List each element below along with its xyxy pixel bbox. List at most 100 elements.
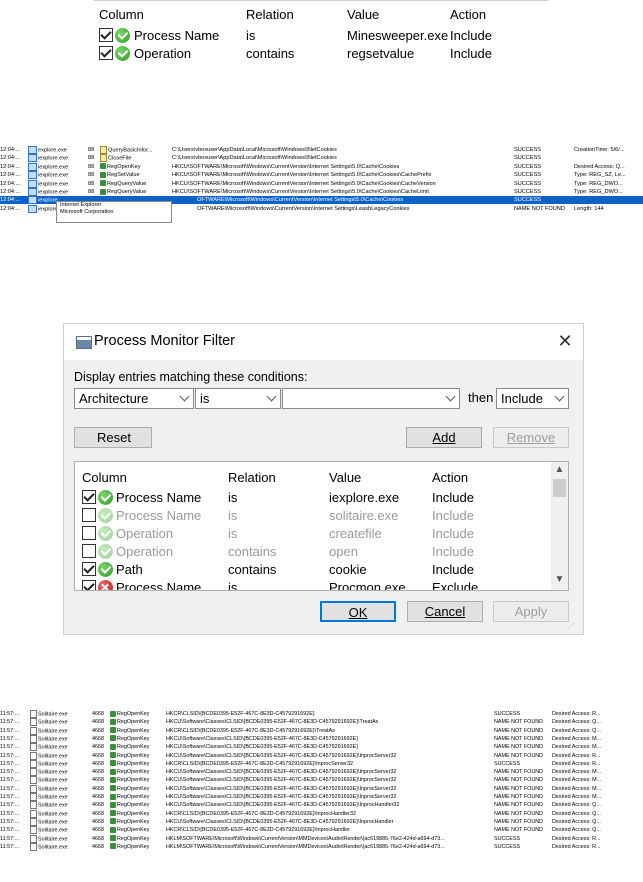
event-time-text: 12:04:...: [0, 147, 21, 153]
action-header[interactable]: Action: [450, 7, 486, 22]
remove-button[interactable]: Remove: [493, 427, 569, 448]
event-row[interactable]: 11:57:... Solitaire.exe 4668 RegOpenKey HKCU…: [0, 718, 643, 727]
event-operation: RegOpenKey: [110, 727, 149, 735]
filter-rule-row[interactable]: Operation is createfile Include: [75, 526, 550, 544]
event-time-text: 11:57:...: [0, 769, 20, 776]
value-header[interactable]: Value: [347, 7, 379, 22]
resize-grip-icon[interactable]: ⋰: [568, 622, 578, 632]
close-icon[interactable]: ✕: [554, 330, 576, 352]
event-time: 12:04:...: [0, 196, 20, 204]
scrollbar-thumb[interactable]: [553, 479, 566, 497]
value-header[interactable]: Value: [329, 470, 361, 485]
relation-select[interactable]: is: [195, 388, 281, 409]
file-icon: [100, 146, 107, 154]
reset-button[interactable]: Reset: [74, 427, 152, 448]
event-result-text: SUCCESS: [514, 180, 542, 187]
event-row[interactable]: 11:57:... Solitaire.exe 4668 RegOpenKey HKCU…: [0, 793, 643, 801]
rule-checkbox[interactable]: [99, 28, 113, 42]
event-process-text: Solitaire.exe: [38, 802, 68, 809]
filter-rule-row[interactable]: Operation contains regsetvalue Include: [94, 46, 548, 64]
chevron-down-icon: [554, 391, 565, 402]
rule-relation: is: [246, 28, 256, 43]
event-detail: Desired Access: M...: [552, 785, 601, 793]
cancel-button[interactable]: Cancel: [407, 601, 483, 622]
filter-rule-row[interactable]: Process Name is solitaire.exe Include: [75, 508, 550, 526]
top-filter-snippet: Column Relation Value Action Process Nam…: [94, 0, 548, 68]
relation-header[interactable]: Relation: [228, 470, 276, 485]
filter-rule-row[interactable]: Process Name is Procmon.exe Exclude: [75, 580, 550, 590]
event-row[interactable]: 11:57:... Solitaire.exe 4668 RegOpenKey HKCU…: [0, 817, 643, 826]
action-select[interactable]: Include: [496, 388, 569, 409]
event-row[interactable]: 11:57:... Solitaire.exe 4668 RegOpenKey HKCU…: [0, 751, 643, 760]
scroll-down-icon[interactable]: ▼: [551, 574, 568, 588]
event-row[interactable]: 11:57:... Solitaire.exe 4668 RegOpenKey HKCU…: [0, 743, 643, 752]
event-row[interactable]: 12:04:... explore.exe 88 QueryBasicInfor...…: [0, 146, 643, 154]
event-row[interactable]: 12:04:... iexplore.exe 88 RegQueryValue HKCU…: [0, 179, 643, 188]
rule-relation: is: [228, 490, 238, 505]
event-pid: 88: [88, 180, 94, 188]
event-operation-text: CloseFile: [108, 155, 132, 162]
event-row[interactable]: 11:57:... Solitaire.exe 4668 RegOpenKey HKCR…: [0, 710, 643, 718]
event-row[interactable]: 11:57:... Solitaire.exe 4668 RegOpenKey HKCU…: [0, 768, 643, 777]
event-row[interactable]: 11:57:... Solitaire.exe 4668 RegOpenKey HKCR…: [0, 726, 643, 735]
rule-action: Include: [432, 508, 474, 523]
column-select[interactable]: Architecture: [74, 388, 194, 409]
column-header[interactable]: Column: [99, 7, 144, 22]
event-row[interactable]: 12:04:... iexplore.exe 88 RegOpenKey HKCU\SO…: [0, 162, 643, 171]
add-button[interactable]: Add: [406, 427, 482, 448]
event-path-text: OFTWARE\Microsoft\Windows\CurrentVersion…: [197, 205, 410, 212]
relation-header[interactable]: Relation: [246, 7, 294, 22]
filter-rule-row[interactable]: Path contains cookie Include: [75, 562, 550, 580]
event-detail-text: Desired Access: R...: [552, 835, 601, 842]
filter-rule-row[interactable]: Process Name is Minesweeper.exe Include: [94, 28, 548, 46]
event-row[interactable]: 11:57:... Solitaire.exe 4668 RegOpenKey HKCU…: [0, 776, 643, 785]
event-operation: RegOpenKey: [110, 835, 149, 843]
value-combo[interactable]: [282, 388, 460, 409]
event-pid-text: 4668: [92, 777, 104, 784]
action-header[interactable]: Action: [432, 470, 468, 485]
event-time-text: 11:57:...: [0, 818, 20, 825]
rule-checkbox[interactable]: [82, 526, 96, 540]
column-header[interactable]: Column: [82, 470, 127, 485]
event-operation: CloseFile: [100, 154, 132, 163]
event-row[interactable]: 12:04:... iexplore.exe 88 RegQueryValue HKCU…: [0, 188, 643, 196]
rule-checkbox[interactable]: [99, 46, 113, 60]
event-row[interactable]: 11:57:... Solitaire.exe 4668 RegOpenKey HKCR…: [0, 809, 643, 818]
event-row[interactable]: 11:57:... Solitaire.exe 4668 RegOpenKey HKLM…: [0, 834, 643, 843]
rule-checkbox[interactable]: [82, 580, 96, 590]
event-path-text: HKCR\CLSID\{BCDE0395-E52F-467C-8E3D-C457…: [166, 711, 315, 717]
rule-checkbox[interactable]: [82, 508, 96, 522]
apply-button[interactable]: Apply: [493, 601, 569, 622]
filter-rule-row[interactable]: Operation contains open Include: [75, 544, 550, 562]
solitaire-icon: [30, 842, 37, 851]
event-detail: Type: REG_SZ, Le...: [574, 171, 626, 179]
rule-column: Process Name: [134, 28, 220, 43]
event-time: 12:04:...: [0, 171, 20, 179]
event-row[interactable]: 12:04:... iexplore.exe 88 CloseFile C:\Users…: [0, 154, 643, 163]
event-time-text: 12:04:...: [0, 172, 21, 179]
event-detail: Desired Access: R...: [552, 752, 601, 760]
rule-checkbox[interactable]: [82, 544, 96, 558]
ok-button[interactable]: OK: [320, 601, 396, 622]
event-process: Solitaire.exe: [30, 784, 68, 793]
event-time: 12:04:...: [0, 163, 20, 171]
event-row[interactable]: 11:57:... Solitaire.exe 4668 RegOpenKey HKCU…: [0, 784, 643, 793]
filter-rule-list[interactable]: Column Relation Value Action Process Nam…: [74, 461, 569, 591]
event-row[interactable]: 11:57:... Solitaire.exe 4668 RegOpenKey HKCR…: [0, 826, 643, 835]
event-row[interactable]: 11:57:... Solitaire.exe 4668 RegOpenKey HKLM…: [0, 842, 643, 851]
rule-checkbox[interactable]: [82, 490, 96, 504]
event-row[interactable]: 11:57:... Solitaire.exe 4668 RegOpenKey HKCR…: [0, 759, 643, 768]
filter-rule-row[interactable]: Process Name is iexplore.exe Include: [75, 490, 550, 508]
title-bar[interactable]: Process Monitor Filter ✕: [64, 324, 583, 360]
event-result-text: SUCCESS: [514, 155, 542, 162]
event-row[interactable]: 11:57:... Solitaire.exe 4668 RegOpenKey HKCU…: [0, 734, 643, 743]
event-row[interactable]: 12:04:... iexplore.exe 88 RegSetValue HKCU\S…: [0, 171, 643, 180]
solitaire-icon: [30, 710, 37, 718]
event-process-text: iexplore.exe: [38, 181, 69, 188]
event-row[interactable]: 11:57:... Solitaire.exe 4668 RegOpenKey HKCU…: [0, 801, 643, 810]
event-result: SUCCESS: [514, 163, 541, 171]
event-time-text: 12:04:...: [0, 180, 21, 187]
scroll-up-icon[interactable]: ▲: [551, 464, 568, 478]
rule-checkbox[interactable]: [82, 562, 96, 576]
event-operation: RegOpenKey: [110, 810, 149, 818]
